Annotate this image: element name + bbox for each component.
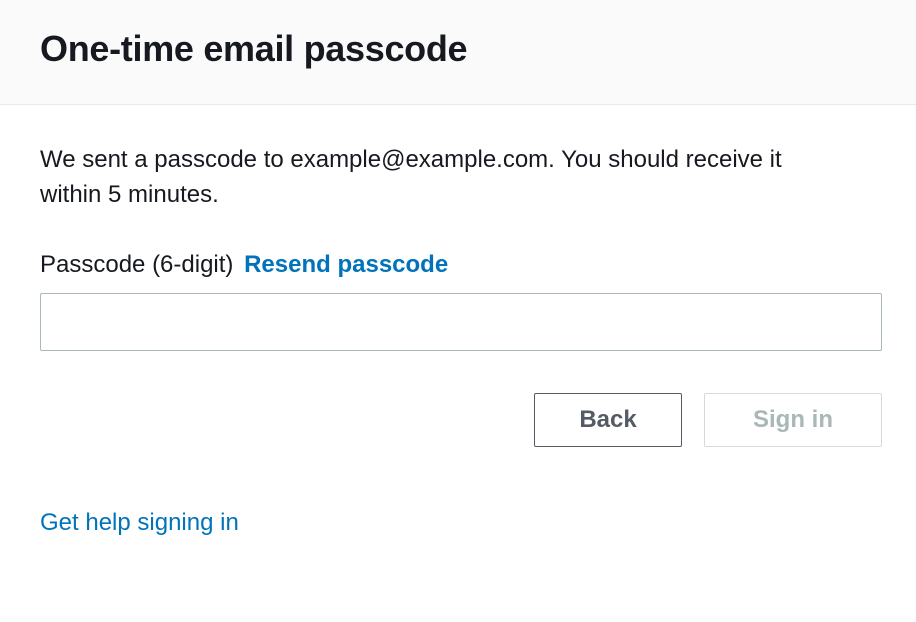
- button-row: Back Sign in: [40, 393, 882, 447]
- description-text: We sent a passcode to example@example.co…: [40, 143, 800, 213]
- passcode-input[interactable]: [40, 293, 882, 351]
- help-signing-in-link[interactable]: Get help signing in: [40, 509, 239, 537]
- passcode-label: Passcode (6-digit): [40, 251, 233, 278]
- resend-passcode-link[interactable]: Resend passcode: [244, 251, 448, 278]
- back-button[interactable]: Back: [534, 393, 682, 447]
- signin-button[interactable]: Sign in: [704, 393, 882, 447]
- passcode-label-row: Passcode (6-digit) Resend passcode: [40, 251, 876, 279]
- page-header: One-time email passcode: [0, 0, 916, 105]
- page-title: One-time email passcode: [40, 28, 876, 70]
- content-area: We sent a passcode to example@example.co…: [0, 105, 916, 557]
